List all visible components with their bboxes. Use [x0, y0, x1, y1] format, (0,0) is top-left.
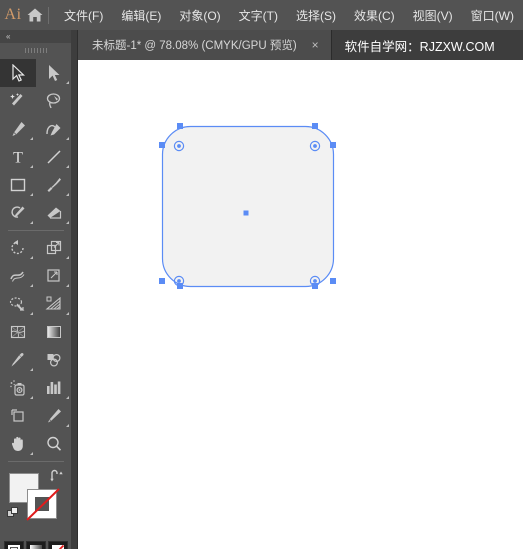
lasso-tool[interactable]	[36, 87, 72, 115]
gradient-tool[interactable]	[36, 318, 72, 346]
bbox-handle-top-right[interactable]	[312, 123, 318, 129]
close-icon[interactable]: ×	[309, 39, 322, 51]
svg-text:T: T	[13, 150, 23, 167]
rounded-rectangle-shape[interactable]	[161, 125, 335, 288]
menu-select[interactable]: 选择(S)	[287, 4, 345, 27]
tool-more-indicator	[30, 396, 33, 399]
tool-more-indicator	[66, 284, 69, 287]
mesh-tool[interactable]	[0, 318, 36, 346]
hand-tool[interactable]	[0, 430, 36, 458]
tool-more-indicator	[30, 193, 33, 196]
direct-selection-tool[interactable]	[36, 59, 72, 87]
tool-more-indicator	[66, 424, 69, 427]
rectangle-tool[interactable]	[0, 171, 36, 199]
menu-item-list: 文件(F) 编辑(E) 对象(O) 文字(T) 选择(S) 效果(C) 视图(V…	[55, 4, 523, 27]
tools-panel: « T	[0, 30, 72, 549]
bbox-handle-right-top[interactable]	[330, 142, 336, 148]
symbol-sprayer-tool[interactable]	[0, 374, 36, 402]
shaper-tool[interactable]	[0, 199, 36, 227]
curvature-tool[interactable]	[36, 115, 72, 143]
menu-effect[interactable]: 效果(C)	[345, 4, 404, 27]
tool-more-indicator	[66, 137, 69, 140]
pen-tool[interactable]	[0, 115, 36, 143]
color-mode-button[interactable]	[3, 541, 24, 549]
eyedropper-tool[interactable]	[0, 346, 36, 374]
line-segment-tool[interactable]	[36, 143, 72, 171]
artboard-tool[interactable]	[0, 402, 36, 430]
tool-divider	[8, 230, 64, 231]
free-transform-tool[interactable]	[36, 262, 72, 290]
selected-shape-group[interactable]	[79, 60, 523, 549]
tool-more-indicator	[30, 284, 33, 287]
tool-more-indicator	[30, 368, 33, 371]
bbox-handle-right-bottom[interactable]	[330, 278, 336, 284]
bbox-handle-bottom-right[interactable]	[312, 283, 318, 289]
stroke-swatch[interactable]	[26, 488, 60, 521]
tool-more-indicator	[30, 221, 33, 224]
toolbar-edge	[72, 30, 78, 549]
default-fill-stroke-icon[interactable]	[7, 507, 19, 519]
tool-more-indicator	[30, 312, 33, 315]
swap-fill-stroke-icon[interactable]	[50, 469, 63, 482]
column-graph-tool[interactable]	[36, 374, 72, 402]
menu-object[interactable]: 对象(O)	[170, 4, 229, 27]
menu-edit[interactable]: 编辑(E)	[112, 4, 170, 27]
shape-builder-tool[interactable]	[0, 290, 36, 318]
bbox-handle-left-bottom[interactable]	[159, 278, 165, 284]
zoom-tool[interactable]	[36, 430, 72, 458]
document-tab[interactable]: 未标题-1* @ 78.08% (CMYK/GPU 预览) ×	[78, 30, 332, 60]
tool-grid: T	[0, 59, 71, 465]
bbox-handle-bottom-left[interactable]	[177, 283, 183, 289]
menu-file[interactable]: 文件(F)	[55, 4, 112, 27]
scale-tool[interactable]	[36, 234, 72, 262]
menu-view[interactable]: 视图(V)	[404, 4, 462, 27]
width-tool[interactable]	[0, 262, 36, 290]
menu-type[interactable]: 文字(T)	[230, 4, 287, 27]
watermark-text: 软件自学网：RJZXW.COM	[344, 39, 495, 54]
menu-separator	[48, 6, 50, 24]
tool-more-indicator	[66, 81, 69, 84]
app-logo: Ai	[4, 6, 22, 23]
fill-stroke-controls	[0, 467, 71, 539]
none-mode-button[interactable]	[47, 541, 68, 549]
center-point-marker	[243, 210, 249, 216]
bbox-handle-left-top[interactable]	[159, 142, 165, 148]
tool-more-indicator	[66, 221, 69, 224]
document-tab-title: 未标题-1* @ 78.08% (CMYK/GPU 预览)	[92, 40, 297, 52]
tool-more-indicator	[66, 396, 69, 399]
gradient-mode-button[interactable]	[25, 541, 46, 549]
menu-bar: Ai 文件(F) 编辑(E) 对象(O) 文字(T) 选择(S) 效果(C) 视…	[0, 0, 523, 30]
artboard-canvas[interactable]	[79, 60, 523, 549]
tool-more-indicator	[30, 452, 33, 455]
perspective-grid-tool[interactable]	[36, 290, 72, 318]
bbox-handle-top-left[interactable]	[177, 123, 183, 129]
type-tool[interactable]: T	[0, 143, 36, 171]
panel-drag-grip[interactable]	[0, 43, 71, 57]
eraser-tool[interactable]	[36, 199, 72, 227]
blend-tool[interactable]	[36, 346, 72, 374]
tool-more-indicator	[30, 137, 33, 140]
document-tab-bar: 未标题-1* @ 78.08% (CMYK/GPU 预览) × 软件自学网：RJ…	[78, 30, 523, 60]
double-chevron-left-icon: «	[6, 32, 11, 41]
tool-more-indicator	[30, 256, 33, 259]
tool-divider	[8, 461, 64, 462]
illustrator-window: Ai 文件(F) 编辑(E) 对象(O) 文字(T) 选择(S) 效果(C) 视…	[0, 0, 523, 549]
tool-more-indicator	[66, 193, 69, 196]
stroke-swatch-inner	[35, 497, 49, 511]
tool-more-indicator	[66, 165, 69, 168]
home-icon[interactable]	[26, 7, 44, 23]
tool-more-indicator	[66, 312, 69, 315]
slice-tool[interactable]	[36, 402, 72, 430]
tool-more-indicator	[30, 165, 33, 168]
selection-tool[interactable]	[0, 59, 36, 87]
panel-collapse-button[interactable]: «	[0, 30, 71, 43]
menu-window[interactable]: 窗口(W)	[462, 4, 523, 27]
color-mode-row	[0, 541, 71, 549]
rotate-tool[interactable]	[0, 234, 36, 262]
magic-wand-tool[interactable]	[0, 87, 36, 115]
paintbrush-tool[interactable]	[36, 171, 72, 199]
tool-more-indicator	[66, 256, 69, 259]
